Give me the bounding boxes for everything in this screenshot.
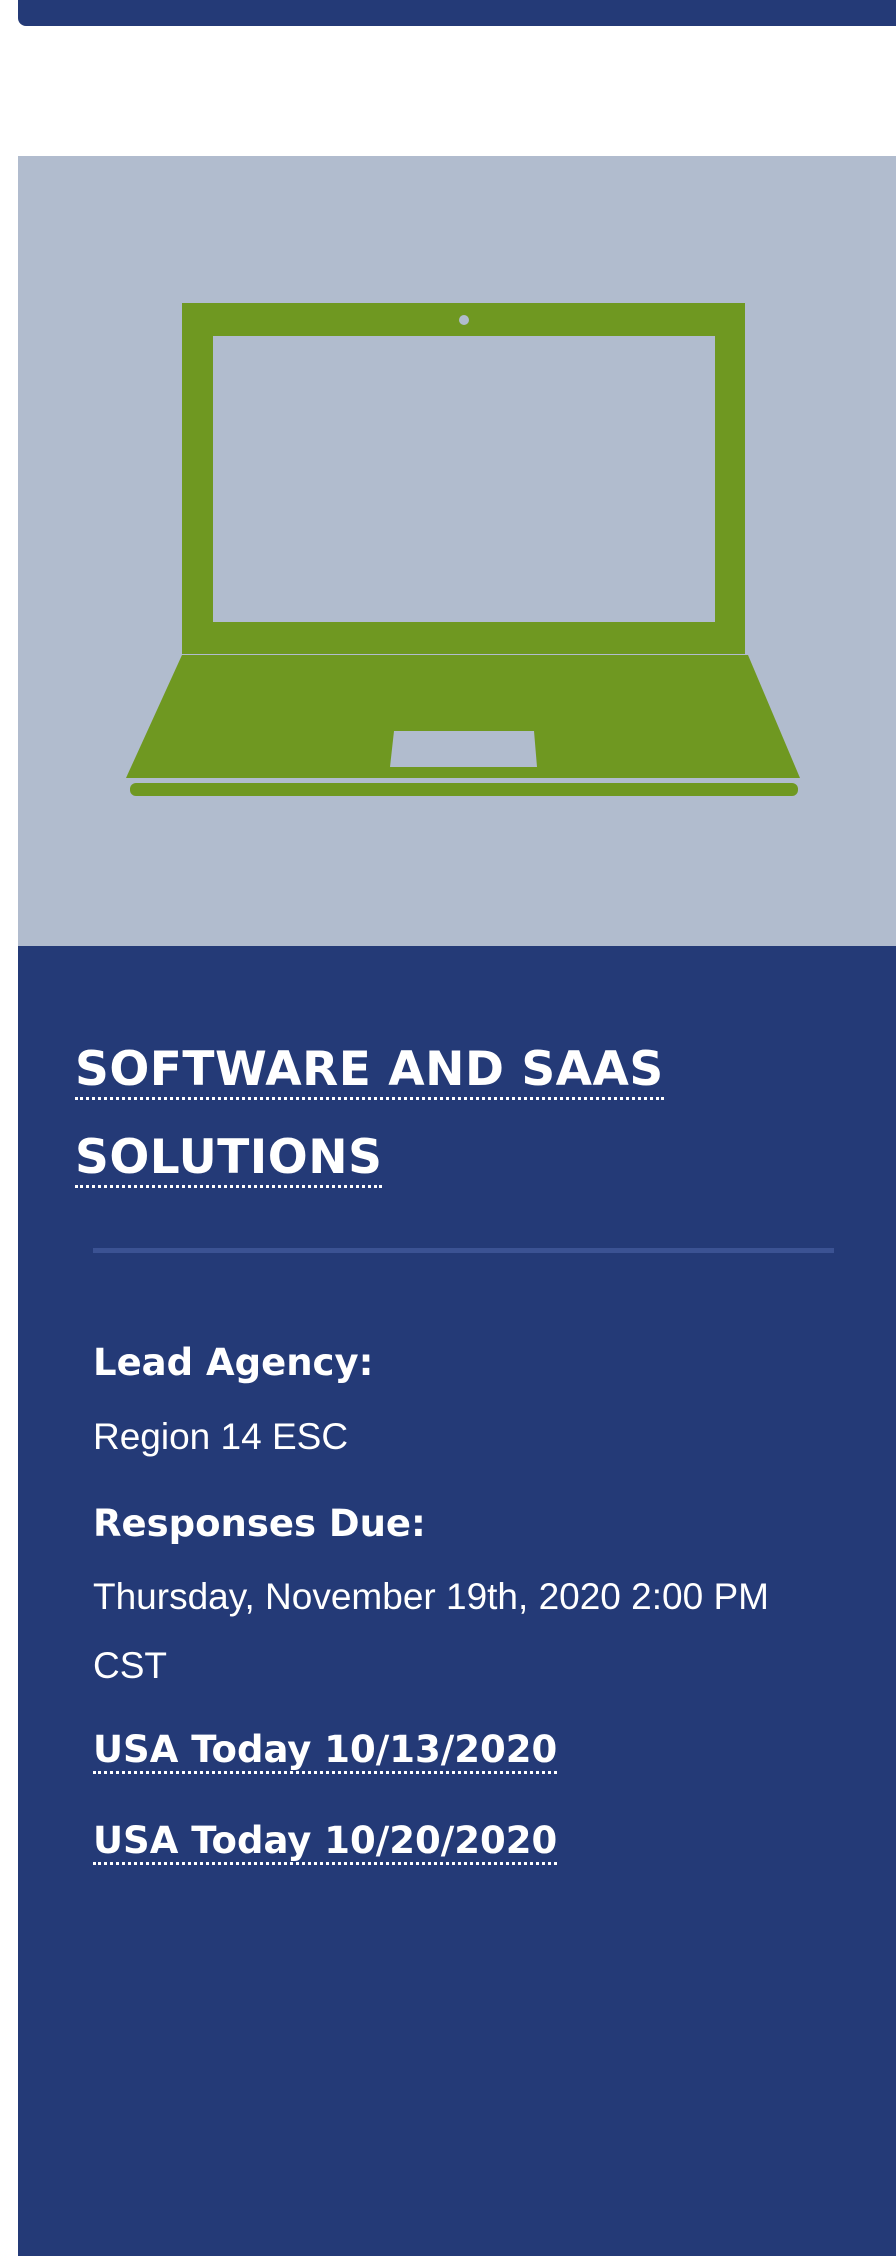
card-title: SOFTWARE AND SAAS SOLUTIONS: [75, 1026, 715, 1202]
responses-due-label: Responses Due:: [93, 1502, 426, 1545]
card-image[interactable]: [18, 156, 896, 946]
contract-card: [18, 156, 896, 2256]
lead-agency-value: Region 14 ESC: [93, 1416, 349, 1457]
card-title-line1[interactable]: SOFTWARE AND SAAS: [75, 1042, 664, 1100]
divider: [93, 1248, 834, 1253]
top-banner-bar: [18, 0, 896, 26]
responses-due-value: Thursday, November 19th, 2020 2:00 PM CS…: [93, 1576, 769, 1686]
laptop-icon: [132, 302, 798, 655]
link-usa-today-2[interactable]: USA Today 10/20/2020: [93, 1819, 558, 1865]
lead-agency-label: Lead Agency:: [93, 1341, 374, 1384]
link-usa-today-1[interactable]: USA Today 10/13/2020: [93, 1728, 558, 1774]
card-title-line2[interactable]: SOLUTIONS: [75, 1130, 383, 1188]
